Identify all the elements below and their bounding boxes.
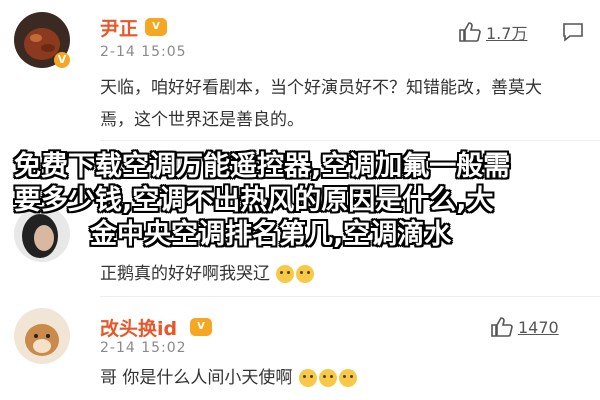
comment-item: 改头换id V 2-14 15:02 1470 哥 你是什么人间小天使啊 (0, 296, 600, 400)
overlay-caption: 免费下载空调万能遥控器,空调加氟一般需 要多少钱,空调不出热风的原因是什么,大 … (0, 150, 600, 252)
crying-emoji-icon (276, 265, 295, 283)
comment-text: 天临，咱好好看剧本，当个好演员好不？知错能改，善莫大焉，这个世界还是善良的。 (100, 78, 542, 130)
like-count: 1.7万 (486, 24, 528, 43)
vip-badge-icon: V (145, 18, 167, 36)
comment-item: V 尹正 V 2-14 15:05 1.7万 天临，咱好好看剧本，当个好演员好不… (0, 0, 600, 150)
verified-icon: V (54, 52, 70, 68)
crying-emoji-icon (338, 369, 357, 387)
username[interactable]: 尹正 (100, 14, 138, 41)
divider (100, 140, 600, 141)
crying-emoji-icon (296, 265, 315, 283)
comment-text-content: 正鹅真的好好啊我哭辽 (100, 264, 270, 284)
avatar[interactable] (14, 308, 70, 364)
crying-emoji-icon (298, 369, 317, 387)
comment-text: 哥 你是什么人间小天使啊 (100, 362, 560, 394)
like-button[interactable]: 1.7万 (458, 20, 527, 44)
thumbs-up-icon (459, 22, 481, 42)
comment-text: 正鹅真的好好啊我哭辽 (100, 258, 560, 290)
thumbs-up-icon (491, 317, 513, 337)
username[interactable]: 改头换id (100, 314, 177, 341)
comment-text-content: 哥 你是什么人间小天使啊 (100, 368, 293, 388)
like-count: 1470 (518, 317, 559, 337)
vip-badge-icon: V (190, 318, 212, 336)
crying-emoji-icon (318, 369, 337, 387)
overlay-line: 金中央空调排名第几,空调滴水 (90, 219, 452, 250)
like-button[interactable]: 1470 (490, 316, 559, 338)
timestamp: 2-14 15:05 (100, 44, 187, 60)
timestamp: 2-14 15:02 (100, 340, 187, 356)
overlay-line: 要多少钱,空调不出热风的原因是什么,大 (14, 185, 494, 216)
reply-icon[interactable] (562, 22, 584, 42)
overlay-line: 免费下载空调万能遥控器,空调加氟一般需 (14, 151, 511, 182)
